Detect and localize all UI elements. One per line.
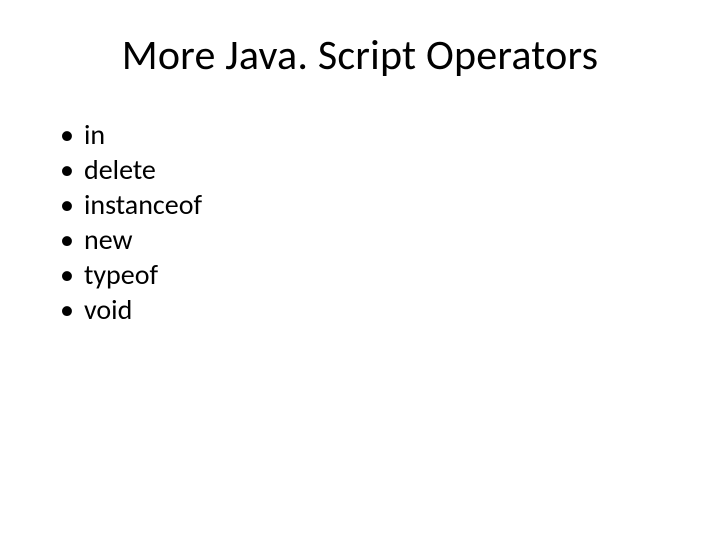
bullet-list: • in • delete • instanceof • new • typeo… — [50, 117, 670, 327]
list-item: • new — [60, 222, 670, 257]
list-item: • delete — [60, 152, 670, 187]
list-item: • in — [60, 117, 670, 152]
bullet-text: void — [84, 292, 132, 327]
bullet-text: new — [84, 222, 133, 257]
bullet-icon: • — [60, 117, 84, 152]
bullet-icon: • — [60, 222, 84, 257]
bullet-icon: • — [60, 152, 84, 187]
bullet-text: instanceof — [84, 187, 202, 222]
bullet-text: delete — [84, 152, 156, 187]
bullet-icon: • — [60, 292, 84, 327]
list-item: • void — [60, 292, 670, 327]
slide-title: More Java. Script Operators — [50, 30, 670, 81]
bullet-icon: • — [60, 257, 84, 292]
bullet-icon: • — [60, 187, 84, 222]
list-item: • instanceof — [60, 187, 670, 222]
bullet-text: in — [84, 117, 105, 152]
bullet-text: typeof — [84, 257, 158, 292]
list-item: • typeof — [60, 257, 670, 292]
